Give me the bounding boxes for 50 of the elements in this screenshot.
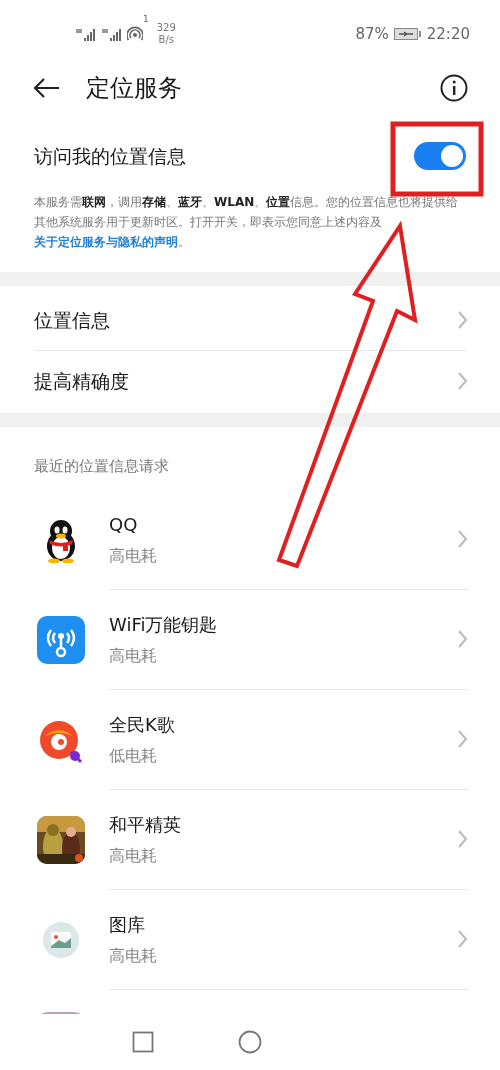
app-request-item[interactable]: 图库 高电耗 [0,889,500,990]
section-heading: 最近的位置信息请求 [33,456,170,477]
home-button[interactable] [238,1030,262,1054]
page-title: 定位服务 [86,73,182,104]
signal-icon [76,27,96,41]
settings-item[interactable]: 位置信息 [0,296,500,344]
chevron-icon [457,929,468,949]
speed-unit: B/s [157,34,175,46]
info-icon [440,74,468,102]
chevron-icon [457,310,468,330]
chevron-icon [457,629,468,649]
power-usage: 低电耗 [109,744,158,767]
app-request-item[interactable]: QQ 高电耗 [0,489,500,590]
power-usage: 高电耗 [109,844,158,867]
settings-label: 位置信息 [34,307,110,333]
app-name: 图库 [109,912,146,937]
app-request-item[interactable]: 和平精英 高电耗 [0,789,500,890]
battery-percent: 87% [355,23,389,45]
chevron-icon [457,371,468,391]
description-text: 本服务需联网，调用存储、蓝牙、WLAN、位置信息。您的位置信息也将提供给其他系统服务用于更新时区。打开开关，即表示您同意上述内容及 关于定位服务与隐私的声明。 [33,194,460,251]
app-name: 和平精英 [109,812,182,837]
app-name: QQ [109,512,139,537]
chevron-icon [457,529,468,549]
app-request-item[interactable]: 全民K歌 低电耗 [0,689,500,790]
wifi-key-icon [37,615,85,664]
privacy-link[interactable]: 关于定位服务与隐私的声明 [34,235,178,249]
settings-item[interactable]: 提高精确度 [0,357,500,405]
location-toggle[interactable] [414,142,466,170]
app-request-item[interactable]: WiFi万能钥匙 高电耗 [0,589,500,690]
signal-icon [102,27,122,41]
clock-time: 22:20 [426,23,470,45]
square-icon [132,1031,154,1053]
back-button[interactable] [34,78,60,98]
recent-apps-button[interactable] [132,1031,154,1053]
app-name: WiFi万能钥匙 [109,612,219,637]
hotspot-icon [127,26,143,42]
app-name: 全民K歌 [109,712,176,737]
circle-icon [238,1030,262,1054]
setting-label: 访问我的位置信息 [34,143,186,169]
info-button[interactable] [440,74,468,102]
sim-number: 1 [143,13,149,26]
speed-value: 329 [156,22,176,34]
settings-label: 提高精确度 [34,368,129,394]
power-usage: 高电耗 [109,644,158,667]
back-icon [34,78,60,98]
battery-icon [393,27,422,41]
power-usage: 高电耗 [109,544,158,567]
chevron-icon [457,729,468,749]
power-usage: 高电耗 [109,944,158,967]
chevron-icon [457,829,468,849]
